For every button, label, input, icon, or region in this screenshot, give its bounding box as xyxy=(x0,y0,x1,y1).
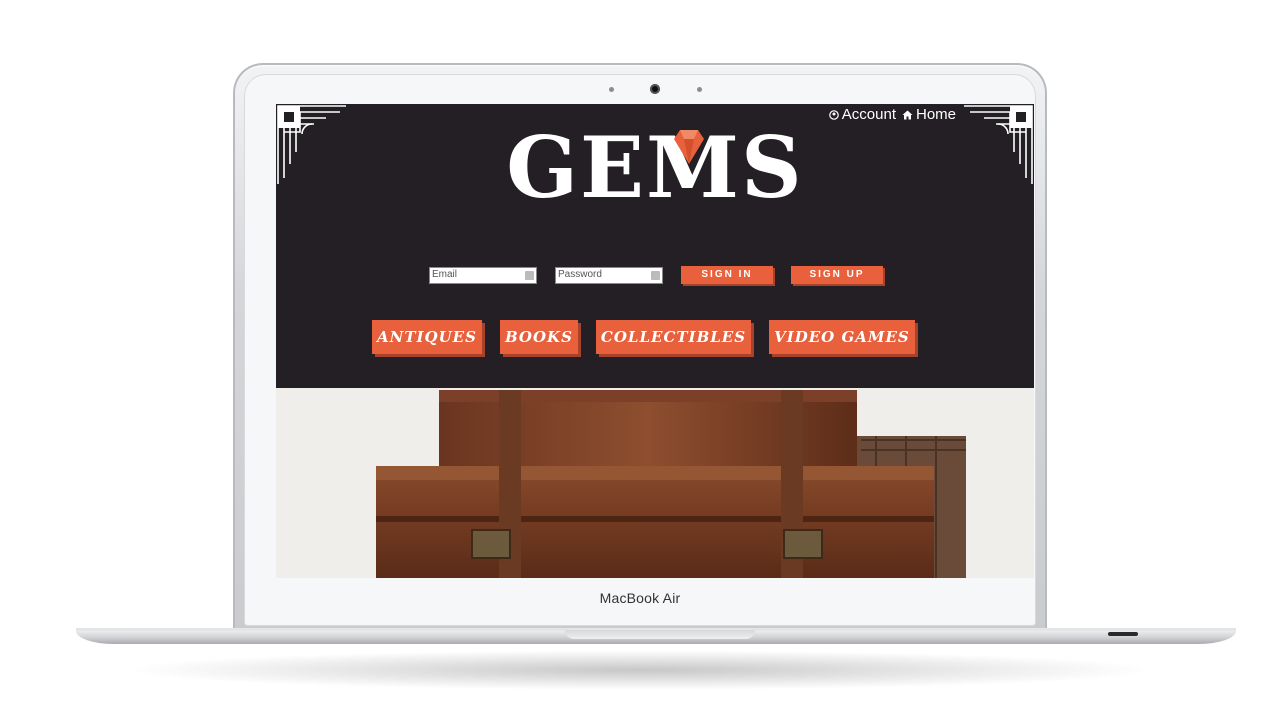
hero-image-suitcases xyxy=(276,388,1034,578)
website-screen: Account Home GEMS Email Password SIGN IN… xyxy=(276,104,1034,578)
category-antiques-button[interactable]: ANTIQUES xyxy=(372,320,482,354)
email-placeholder: Email xyxy=(432,268,458,280)
password-field[interactable]: Password xyxy=(555,266,663,284)
account-link[interactable]: Account xyxy=(828,106,896,123)
site-logo[interactable]: GEMS xyxy=(276,126,1034,210)
sign-in-button[interactable]: SIGN IN xyxy=(681,266,773,284)
light-sensor xyxy=(697,87,702,92)
autofill-key-icon xyxy=(525,270,534,280)
category-books-button[interactable]: BOOKS xyxy=(499,320,578,354)
laptop-port xyxy=(1108,632,1138,636)
user-icon xyxy=(828,109,839,120)
top-nav: Account Home xyxy=(828,106,956,123)
home-link[interactable]: Home xyxy=(902,106,956,123)
category-nav: ANTIQUES BOOKS COLLECTIBLES VIDEO GAMES xyxy=(372,320,915,354)
sign-up-button[interactable]: SIGN UP xyxy=(791,266,883,284)
logo-text-right: MS xyxy=(646,118,804,217)
autofill-key-icon xyxy=(651,270,660,280)
laptop-shadow xyxy=(120,650,1160,690)
home-label: Home xyxy=(915,106,956,123)
password-placeholder: Password xyxy=(558,268,602,280)
category-video-games-button[interactable]: VIDEO GAMES xyxy=(769,320,915,354)
gem-icon xyxy=(674,130,704,164)
light-sensor xyxy=(609,87,614,92)
auth-form: Email Password SIGN IN SIGN UP xyxy=(429,266,883,284)
vintage-suitcases-image xyxy=(276,388,1034,578)
email-field[interactable]: Email xyxy=(429,266,537,284)
camera-icon xyxy=(650,84,660,94)
logo-text-left: GE xyxy=(506,118,647,217)
laptop-model-label: MacBook Air xyxy=(599,590,681,606)
laptop-notch xyxy=(565,630,755,639)
site-header: Account Home GEMS Email Password SIGN IN… xyxy=(276,104,1034,388)
account-label: Account xyxy=(841,106,896,123)
home-icon xyxy=(902,110,913,119)
category-collectibles-button[interactable]: COLLECTIBLES xyxy=(595,320,752,354)
